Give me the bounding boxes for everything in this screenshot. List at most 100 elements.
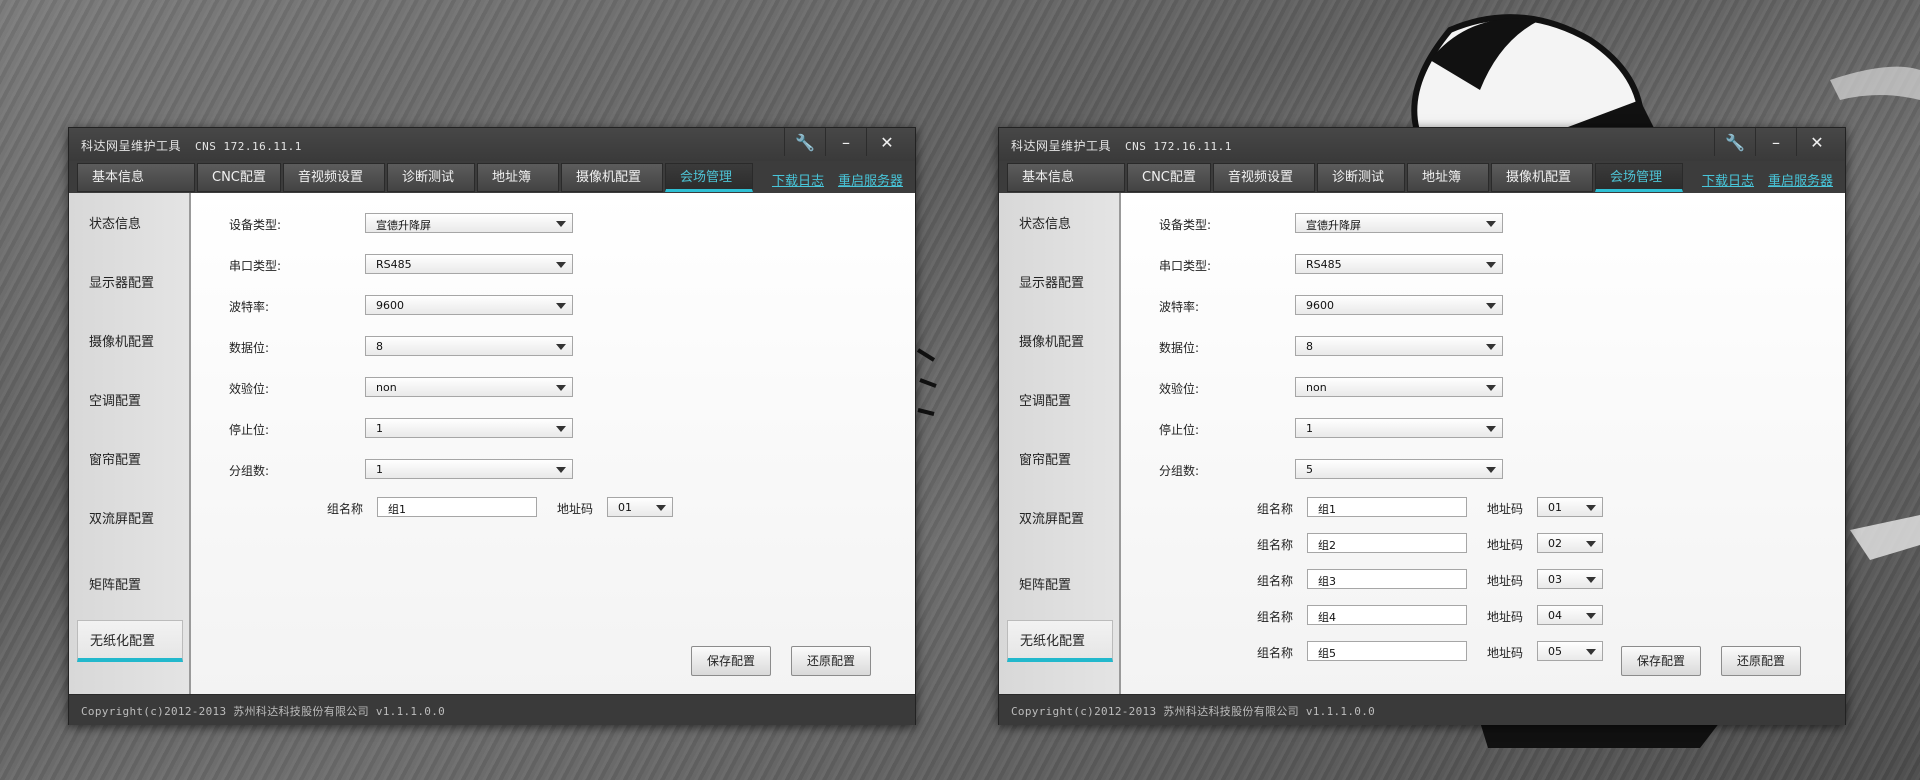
sidebar-item-dual-screen[interactable]: 双流屏配置 [77, 499, 183, 541]
serial-type-select[interactable]: RS485 [1295, 254, 1503, 274]
sidebar-item-paperless[interactable]: 无纸化配置 [1007, 620, 1113, 662]
address-select[interactable]: 02 [1537, 533, 1603, 553]
data-bits-label: 数据位: [1159, 341, 1200, 355]
sidebar-item-curtain[interactable]: 窗帘配置 [1007, 440, 1113, 482]
address-select[interactable]: 04 [1537, 605, 1603, 625]
minimize-icon[interactable]: – [825, 128, 866, 156]
chevron-down-icon [1486, 467, 1496, 473]
group-name-input[interactable]: 组1 [1307, 497, 1467, 517]
title-bar[interactable]: 科达网呈维护工具 CNS 172.16.11.1 🔧 – ✕ [69, 128, 915, 161]
status-footer: Copyright(c)2012-2013 苏州科达科技股份有限公司 v1.1.… [69, 694, 915, 725]
address-label: 地址码 [1487, 646, 1524, 660]
tab-diagnostics[interactable]: 诊断测试 [1317, 163, 1405, 192]
copyright-text: Copyright(c)2012-2013 苏州科达科技股份有限公司 v1.1.… [81, 705, 446, 718]
sidebar-item-camera[interactable]: 摄像机配置 [1007, 322, 1113, 364]
title-bar[interactable]: 科达网呈维护工具 CNS 172.16.11.1 🔧 – ✕ [999, 128, 1845, 161]
address-select[interactable]: 05 [1537, 641, 1603, 661]
tab-venue-management[interactable]: 会场管理 [1595, 163, 1683, 192]
sidebar: 状态信息 显示器配置 摄像机配置 空调配置 窗帘配置 双流屏配置 矩阵配置 无纸… [69, 193, 191, 694]
baud-select[interactable]: 9600 [365, 295, 573, 315]
sidebar-item-paperless[interactable]: 无纸化配置 [77, 620, 183, 662]
wrench-icon[interactable]: 🔧 [784, 128, 825, 156]
data-bits-select[interactable]: 8 [365, 336, 573, 356]
sidebar-item-display[interactable]: 显示器配置 [1007, 263, 1113, 305]
group-name-input[interactable]: 组1 [377, 497, 537, 517]
baud-select[interactable]: 9600 [1295, 295, 1503, 315]
tab-basic-info[interactable]: 基本信息 [1007, 163, 1125, 192]
chevron-down-icon [1586, 613, 1596, 619]
sidebar-item-status[interactable]: 状态信息 [1007, 204, 1113, 246]
download-log-link[interactable]: 下载日志 [1702, 170, 1754, 189]
group-count-select[interactable]: 1 [365, 459, 573, 479]
tab-camera-config[interactable]: 摄像机配置 [1491, 163, 1593, 192]
restore-config-button[interactable]: 还原配置 [791, 646, 871, 676]
parity-select[interactable]: non [1295, 377, 1503, 397]
tab-av-settings[interactable]: 音视频设置 [283, 163, 385, 192]
group-count-select[interactable]: 5 [1295, 459, 1503, 479]
sidebar-item-display[interactable]: 显示器配置 [77, 263, 183, 305]
sidebar-item-status[interactable]: 状态信息 [77, 204, 183, 246]
sidebar: 状态信息 显示器配置 摄像机配置 空调配置 窗帘配置 双流屏配置 矩阵配置 无纸… [999, 193, 1121, 694]
group-name-input[interactable]: 组4 [1307, 605, 1467, 625]
minimize-icon[interactable]: – [1755, 128, 1796, 156]
chevron-down-icon [1486, 262, 1496, 268]
serial-type-label: 串口类型: [1159, 259, 1212, 273]
tab-address-book[interactable]: 地址簿 [477, 163, 559, 192]
wrench-icon[interactable]: 🔧 [1714, 128, 1755, 156]
close-icon[interactable]: ✕ [1796, 128, 1837, 156]
address-select[interactable]: 01 [607, 497, 673, 517]
device-type-label: 设备类型: [1159, 218, 1212, 232]
parity-select[interactable]: non [365, 377, 573, 397]
stop-bits-label: 停止位: [1159, 423, 1200, 437]
serial-type-select[interactable]: RS485 [365, 254, 573, 274]
chevron-down-icon [556, 344, 566, 350]
restart-server-link[interactable]: 重启服务器 [838, 170, 903, 189]
tab-basic-info[interactable]: 基本信息 [77, 163, 195, 192]
group-name-input[interactable]: 组2 [1307, 533, 1467, 553]
save-config-button[interactable]: 保存配置 [691, 646, 771, 676]
restore-config-button[interactable]: 还原配置 [1721, 646, 1801, 676]
tab-av-settings[interactable]: 音视频设置 [1213, 163, 1315, 192]
address-label: 地址码 [557, 502, 594, 516]
tab-diagnostics[interactable]: 诊断测试 [387, 163, 475, 192]
parity-label: 效验位: [1159, 382, 1200, 396]
close-icon[interactable]: ✕ [866, 128, 907, 156]
save-config-button[interactable]: 保存配置 [1621, 646, 1701, 676]
address-label: 地址码 [1487, 610, 1524, 624]
group-name-label: 组名称 [1257, 646, 1294, 660]
chevron-down-icon [1486, 426, 1496, 432]
group-count-label: 分组数: [1159, 464, 1200, 478]
sidebar-item-matrix[interactable]: 矩阵配置 [1007, 565, 1113, 607]
status-footer: Copyright(c)2012-2013 苏州科达科技股份有限公司 v1.1.… [999, 694, 1845, 725]
group-name-label: 组名称 [327, 502, 364, 516]
maintenance-window-2: 科达网呈维护工具 CNS 172.16.11.1 🔧 – ✕ 基本信息 CNC配置… [998, 127, 1846, 725]
stop-bits-select[interactable]: 1 [365, 418, 573, 438]
address-select[interactable]: 03 [1537, 569, 1603, 589]
sidebar-item-matrix[interactable]: 矩阵配置 [77, 565, 183, 607]
device-type-select[interactable]: 宣德升降屏 [1295, 213, 1503, 233]
download-log-link[interactable]: 下载日志 [772, 170, 824, 189]
address-select[interactable]: 01 [1537, 497, 1603, 517]
data-bits-select[interactable]: 8 [1295, 336, 1503, 356]
stop-bits-select[interactable]: 1 [1295, 418, 1503, 438]
group-name-input[interactable]: 组5 [1307, 641, 1467, 661]
maintenance-window-1: 科达网呈维护工具 CNS 172.16.11.1 🔧 – ✕ 基本信息 CNC配置… [68, 127, 916, 725]
restart-server-link[interactable]: 重启服务器 [1768, 170, 1833, 189]
sidebar-item-aircon[interactable]: 空调配置 [1007, 381, 1113, 423]
chevron-down-icon [656, 505, 666, 511]
sidebar-item-dual-screen[interactable]: 双流屏配置 [1007, 499, 1113, 541]
chevron-down-icon [1586, 505, 1596, 511]
top-tabs: 基本信息 CNC配置 音视频设置 诊断测试 地址簿 摄像机配置 会场管理 [77, 163, 755, 192]
tab-cnc-config[interactable]: CNC配置 [197, 163, 281, 192]
sidebar-item-curtain[interactable]: 窗帘配置 [77, 440, 183, 482]
device-type-select[interactable]: 宣德升降屏 [365, 213, 573, 233]
tab-cnc-config[interactable]: CNC配置 [1127, 163, 1211, 192]
group-name-input[interactable]: 组3 [1307, 569, 1467, 589]
sidebar-item-aircon[interactable]: 空调配置 [77, 381, 183, 423]
chevron-down-icon [556, 385, 566, 391]
tab-venue-management[interactable]: 会场管理 [665, 163, 753, 192]
baud-label: 波特率: [229, 300, 270, 314]
tab-address-book[interactable]: 地址簿 [1407, 163, 1489, 192]
sidebar-item-camera[interactable]: 摄像机配置 [77, 322, 183, 364]
tab-camera-config[interactable]: 摄像机配置 [561, 163, 663, 192]
